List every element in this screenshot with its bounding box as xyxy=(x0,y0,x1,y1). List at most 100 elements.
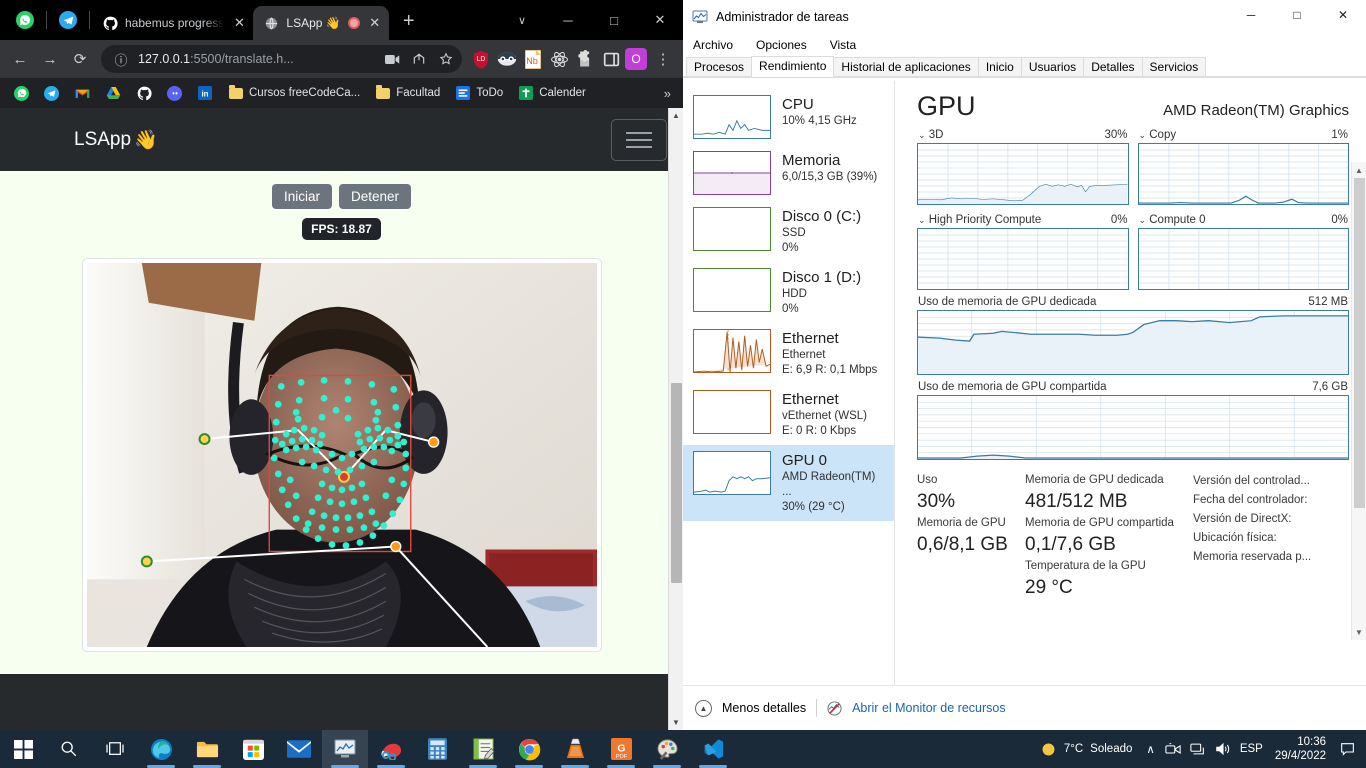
notebook-extension[interactable]: Nb xyxy=(521,47,545,71)
resource-monitor-link[interactable]: Abrir el Monitor de recursos xyxy=(852,701,1006,715)
close-button[interactable]: ✕ xyxy=(1320,0,1366,30)
browser-tab-lsapp[interactable]: LSApp 👋 ✕ xyxy=(253,6,389,40)
bookmark-discord[interactable] xyxy=(161,83,188,104)
tab-usuarios[interactable]: Usuarios xyxy=(1020,57,1085,77)
tab-search-icon[interactable]: ∨ xyxy=(499,0,545,40)
tab-inicio[interactable]: Inicio xyxy=(977,57,1022,77)
resource-item-disco-1[interactable]: Disco 1 (D:) HDD 0% xyxy=(683,262,894,323)
language-indicator[interactable]: ESP xyxy=(1240,743,1263,755)
notifications-button[interactable] xyxy=(1334,730,1360,768)
snipping-tool-taskbar-icon[interactable] xyxy=(368,730,414,768)
network-icon[interactable] xyxy=(1190,742,1206,756)
pdf-taskbar-icon[interactable]: G PDF xyxy=(598,730,644,768)
start-button[interactable]: Iniciar xyxy=(271,184,332,209)
start-button[interactable] xyxy=(0,730,46,768)
fewer-details-button[interactable]: Menos detalles xyxy=(722,701,806,715)
dark-reader-extension[interactable] xyxy=(495,47,519,71)
task-manager-taskbar-icon[interactable] xyxy=(322,730,368,768)
bookmark-cursos-freecodecamp[interactable]: Cursos freeCodeCa... xyxy=(222,82,366,104)
chevron-down-icon[interactable]: ⌄ xyxy=(918,215,926,225)
address-bar[interactable]: ⓘ 127.0.0.1:5500/translate.h... xyxy=(101,45,462,73)
webcam-feed[interactable] xyxy=(86,263,597,647)
resource-item-cpu[interactable]: CPU 10% 4,15 GHz xyxy=(683,89,894,145)
notepad-taskbar-icon[interactable] xyxy=(460,730,506,768)
tab-procesos[interactable]: Procesos xyxy=(686,57,753,77)
new-tab-button[interactable]: + xyxy=(395,9,423,37)
bookmark-todo[interactable]: ToDo xyxy=(449,82,509,104)
menu-vista[interactable]: Vista xyxy=(830,38,856,52)
tab-rendimiento[interactable]: Rendimiento xyxy=(751,56,835,77)
react-devtools-extension[interactable] xyxy=(547,47,571,71)
tab-detalles[interactable]: Detalles xyxy=(1083,57,1143,77)
share-icon[interactable] xyxy=(409,49,429,69)
resource-item-vethernet-wsl[interactable]: Ethernet vEthernet (WSL) E: 0 R: 0 Kbps xyxy=(683,384,894,445)
edge-taskbar-icon[interactable] xyxy=(138,730,184,768)
engine-name[interactable]: ⌄ High Priority Compute xyxy=(918,214,1041,226)
tab-servicios[interactable]: Servicios xyxy=(1141,57,1207,77)
scrollbar-thumb[interactable] xyxy=(671,383,682,583)
page-scrollbar[interactable]: ▲ ▼ xyxy=(668,108,683,730)
task-manager-scrollbar[interactable]: ▲ ▼ xyxy=(1351,162,1366,640)
bookmark-github[interactable] xyxy=(130,82,158,104)
scroll-up-arrow-icon[interactable]: ▲ xyxy=(669,108,683,123)
bookmarks-overflow-button[interactable]: » xyxy=(664,86,675,101)
scroll-down-arrow-icon[interactable]: ▼ xyxy=(1352,624,1366,640)
browser-tab-habemus-progress[interactable]: habemus progress ✕ xyxy=(92,6,253,40)
page-brand[interactable]: LSApp 👋 xyxy=(74,128,158,152)
bookmark-google-drive[interactable] xyxy=(99,82,127,104)
telegram-pinned-tab[interactable] xyxy=(51,3,85,37)
video-camera-icon[interactable] xyxy=(382,49,402,69)
weather-widget[interactable]: 7°C Soleado xyxy=(1032,730,1141,768)
clock[interactable]: 10:36 29/4/2022 xyxy=(1267,735,1334,763)
minimize-window-button[interactable]: ─ xyxy=(545,0,591,40)
resource-item-ethernet[interactable]: Ethernet Ethernet E: 6,9 R: 0,1 Mbps xyxy=(683,323,894,384)
tab-historial-de-aplicaciones[interactable]: Historial de aplicaciones xyxy=(833,57,979,77)
stop-button[interactable]: Detener xyxy=(338,184,412,209)
resource-item-memoria[interactable]: Memoria 6,0/15,3 GB (39%) xyxy=(683,145,894,201)
camera-privacy-icon[interactable] xyxy=(1165,742,1181,756)
extensions-puzzle-icon[interactable] xyxy=(573,47,597,71)
resource-monitor-icon[interactable] xyxy=(827,700,842,716)
engine-name[interactable]: ⌄ Copy xyxy=(1139,129,1177,141)
bookmark-calender[interactable]: Calender xyxy=(512,82,592,104)
bookmark-facultad[interactable]: Facultad xyxy=(369,82,446,104)
engine-name[interactable]: ⌄ 3D xyxy=(918,129,943,141)
whatsapp-pinned-tab[interactable] xyxy=(8,3,42,37)
scroll-down-arrow-icon[interactable]: ▼ xyxy=(669,715,683,730)
bookmark-gmail[interactable] xyxy=(68,82,96,104)
star-icon[interactable] xyxy=(436,49,456,69)
site-info-icon[interactable]: ⓘ xyxy=(111,49,131,69)
tray-overflow-button[interactable]: ∧ xyxy=(1140,730,1160,768)
file-explorer-taskbar-icon[interactable] xyxy=(184,730,230,768)
maximize-button[interactable]: □ xyxy=(1274,0,1320,30)
volume-icon[interactable] xyxy=(1215,742,1231,756)
mail-taskbar-icon[interactable] xyxy=(276,730,322,768)
calculator-taskbar-icon[interactable] xyxy=(414,730,460,768)
microsoft-store-taskbar-icon[interactable] xyxy=(230,730,276,768)
chevron-up-icon[interactable]: ▲ xyxy=(695,699,712,717)
maximize-window-button[interactable]: □ xyxy=(591,0,637,40)
vlc-taskbar-icon[interactable] xyxy=(552,730,598,768)
navbar-toggle-button[interactable] xyxy=(611,118,667,161)
resource-item-disco-0[interactable]: Disco 0 (C:) SSD 0% xyxy=(683,201,894,262)
search-button[interactable] xyxy=(46,730,92,768)
close-window-button[interactable]: ✕ xyxy=(637,0,683,40)
engine-name[interactable]: ⌄ Compute 0 xyxy=(1139,214,1206,226)
browser-menu-button[interactable]: ⋮ xyxy=(649,45,677,73)
chrome-taskbar-icon[interactable] xyxy=(506,730,552,768)
forward-button[interactable]: → xyxy=(36,45,64,73)
close-tab-icon[interactable]: ✕ xyxy=(367,15,383,31)
profile-avatar[interactable]: O xyxy=(625,48,647,70)
back-button[interactable]: ← xyxy=(6,45,34,73)
minimize-button[interactable]: ─ xyxy=(1228,0,1274,30)
menu-archivo[interactable]: Archivo xyxy=(693,38,733,52)
task-view-button[interactable] xyxy=(92,730,138,768)
tab-recording-indicator-icon[interactable] xyxy=(347,17,360,29)
reload-button[interactable]: ⟳ xyxy=(66,45,94,73)
lastpass-extension[interactable]: LD xyxy=(469,47,493,71)
scroll-up-arrow-icon[interactable]: ▲ xyxy=(1352,162,1366,178)
scrollbar-thumb[interactable] xyxy=(1354,178,1365,508)
resource-item-gpu-0[interactable]: GPU 0 AMD Radeon(TM) ... 30% (29 °C) xyxy=(683,445,894,521)
side-panel-icon[interactable] xyxy=(599,47,623,71)
vscode-taskbar-icon[interactable] xyxy=(690,730,736,768)
